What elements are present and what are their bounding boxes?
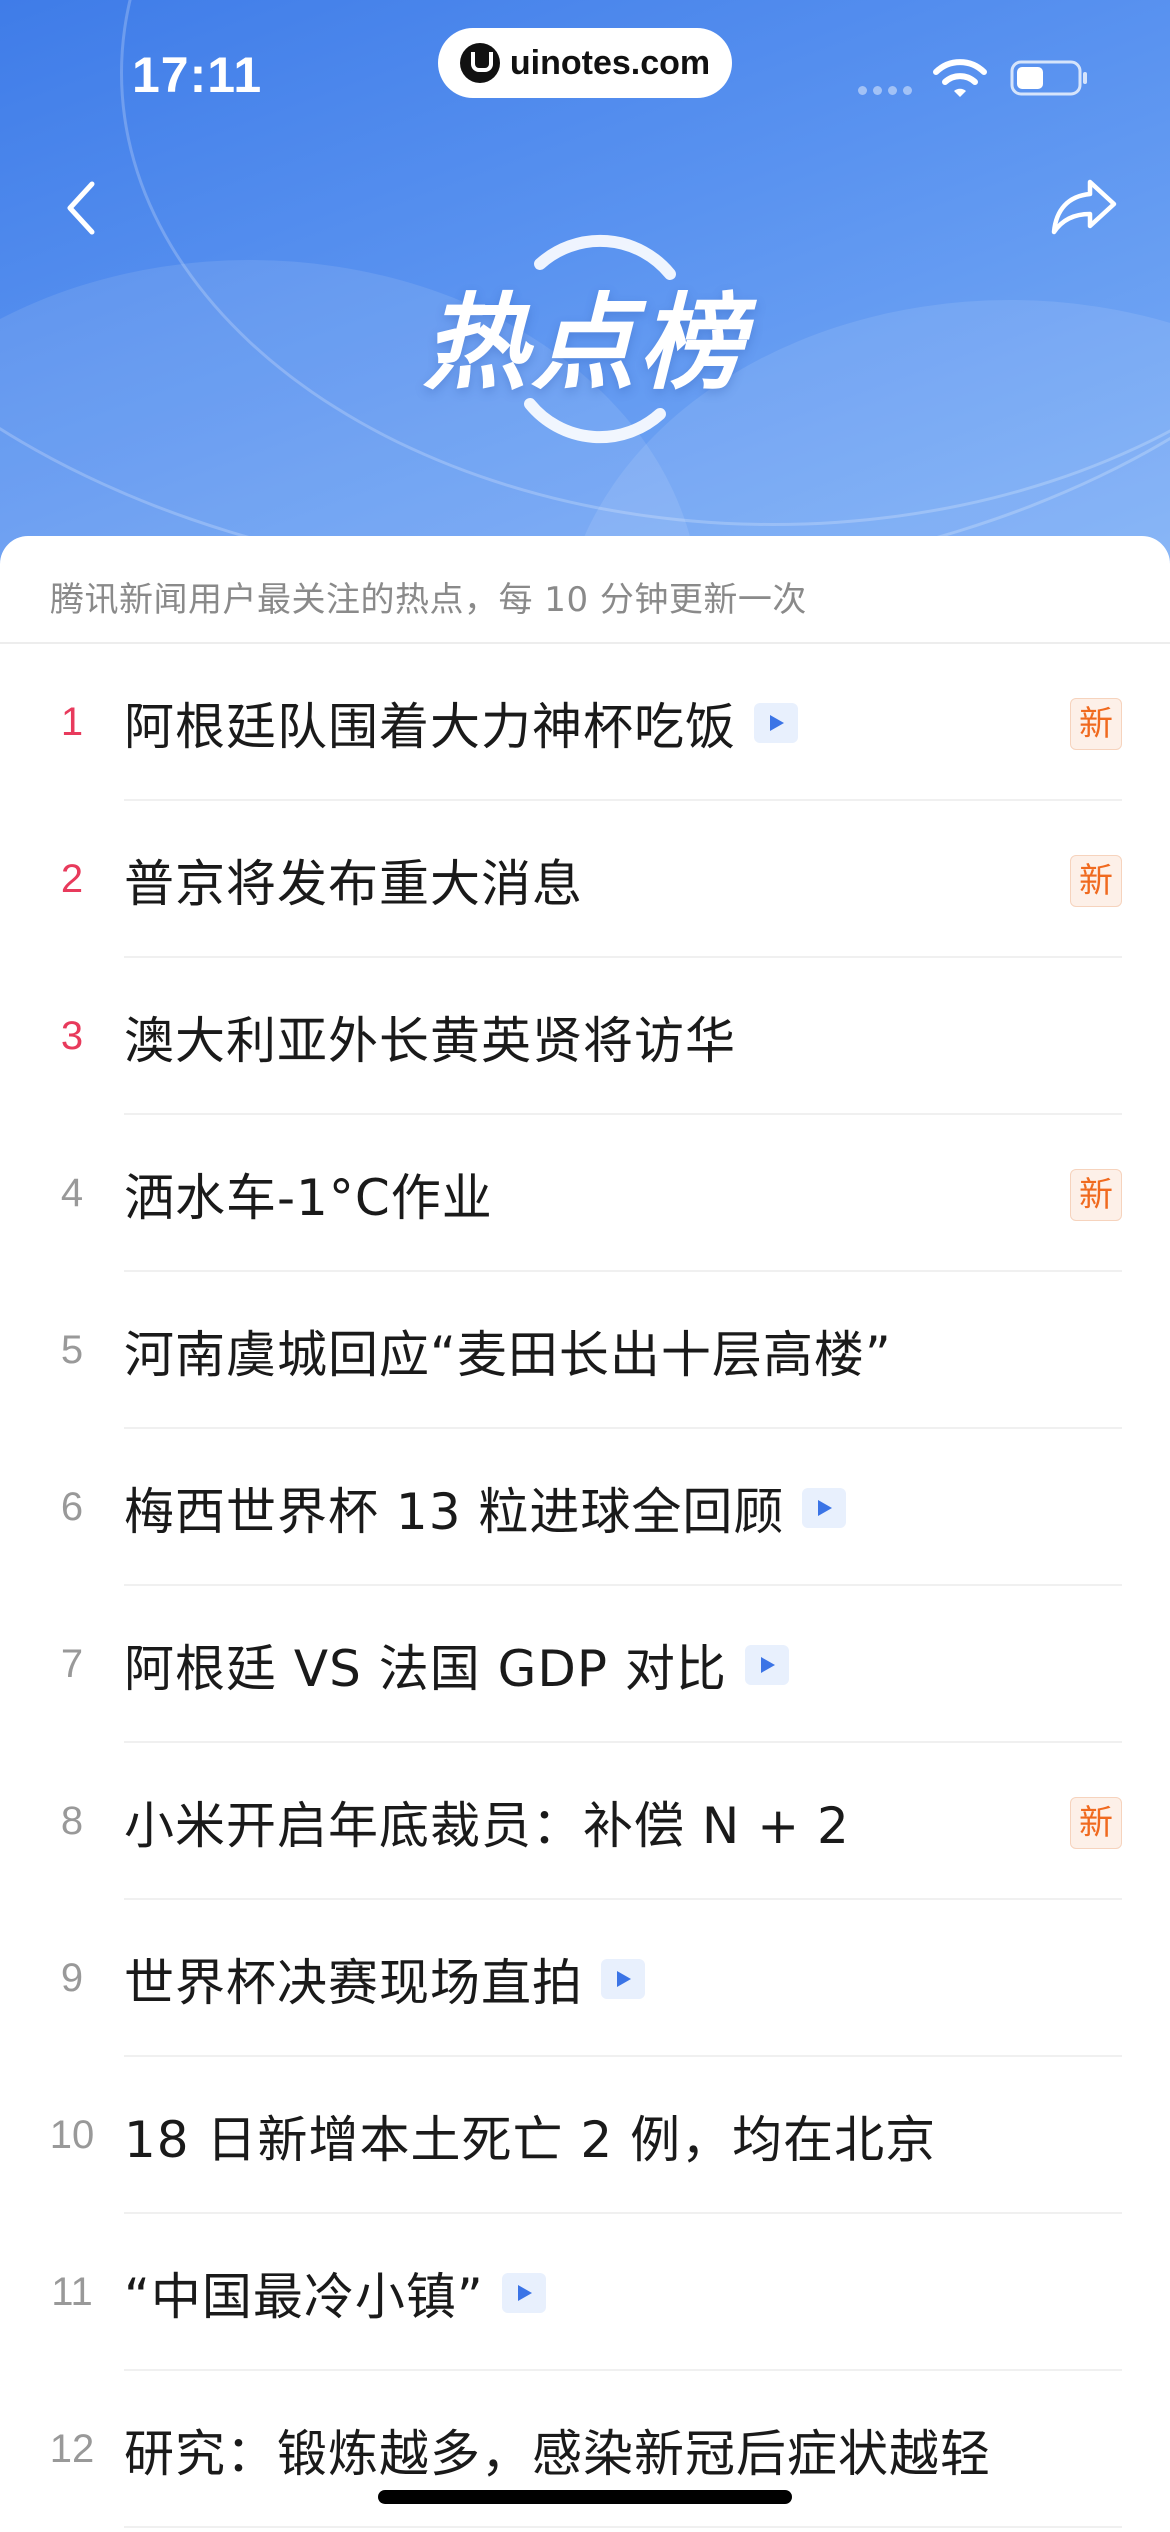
new-badge: 新 bbox=[1070, 698, 1122, 750]
list-item-10[interactable]: 10 18 日新增本土死亡 2 例，均在北京 bbox=[0, 2057, 1170, 2214]
cellular-signal-icon bbox=[858, 86, 912, 95]
list-item-8[interactable]: 8 小米开启年底裁员：补偿 N + 2 新 bbox=[0, 1743, 1170, 1900]
item-title: 世界杯决赛现场直拍 bbox=[124, 1953, 583, 2012]
rank-number: 2 bbox=[60, 857, 84, 901]
list-item-5[interactable]: 5 河南虞城回应“麦田长出十层高楼” bbox=[0, 1272, 1170, 1429]
item-title-group: 洒水车-1°C作业 bbox=[124, 1115, 493, 1272]
item-title-group: 世界杯决赛现场直拍 bbox=[124, 1900, 645, 2057]
hot-list-screen: 17:11 uinotes.com 热点榜 腾讯新闻用户最关注的热点，每 10 … bbox=[0, 0, 1170, 2532]
video-play-icon bbox=[802, 1487, 847, 1528]
video-play-icon bbox=[601, 1958, 645, 1999]
item-title-group: 普京将发布重大消息 bbox=[124, 801, 583, 958]
rank-number: 4 bbox=[60, 1171, 84, 1215]
page-title: 热点榜 bbox=[422, 282, 747, 404]
item-title-group: 研究：锻炼越多，感染新冠后症状越轻 bbox=[124, 2371, 991, 2528]
item-title: 研究：锻炼越多，感染新冠后症状越轻 bbox=[124, 2424, 991, 2483]
item-title-group: 小米开启年底裁员：补偿 N + 2 bbox=[124, 1743, 850, 1900]
list-description: 腾讯新闻用户最关注的热点，每 10 分钟更新一次 bbox=[50, 580, 807, 620]
rank-number: 12 bbox=[49, 2427, 95, 2471]
rank-number: 7 bbox=[60, 1642, 84, 1686]
rank-number: 5 bbox=[60, 1328, 84, 1372]
item-title-group: 澳大利亚外长黄英贤将访华 bbox=[124, 958, 736, 1115]
item-title: 普京将发布重大消息 bbox=[124, 854, 583, 913]
item-title-group: “中国最冷小镇” bbox=[124, 2214, 546, 2371]
list-item-7[interactable]: 7 阿根廷 VS 法国 GDP 对比 bbox=[0, 1586, 1170, 1743]
item-title: 阿根廷 VS 法国 GDP 对比 bbox=[124, 1639, 727, 1698]
rank-number: 11 bbox=[51, 2270, 93, 2314]
item-title: 澳大利亚外长黄英贤将访华 bbox=[124, 1011, 736, 1070]
item-title: 小米开启年底裁员：补偿 N + 2 bbox=[124, 1796, 850, 1855]
item-title-group: 梅西世界杯 13 粒进球全回顾 bbox=[124, 1429, 847, 1586]
new-badge: 新 bbox=[1070, 855, 1122, 907]
item-title-group: 阿根廷 VS 法国 GDP 对比 bbox=[124, 1586, 789, 1743]
video-play-icon bbox=[754, 702, 798, 743]
share-icon[interactable] bbox=[1050, 176, 1120, 236]
item-title: 阿根廷队围着大力神杯吃饭 bbox=[124, 697, 736, 756]
hot-list-card: 腾讯新闻用户最关注的热点，每 10 分钟更新一次 1 阿根廷队围着大力神杯吃饭 … bbox=[0, 536, 1170, 2532]
new-badge: 新 bbox=[1070, 1169, 1122, 1221]
item-title: 梅西世界杯 13 粒进球全回顾 bbox=[124, 1482, 785, 1541]
video-play-icon bbox=[501, 2272, 546, 2313]
header-banner: 17:11 uinotes.com 热点榜 bbox=[0, 0, 1170, 600]
list-item-11[interactable]: 11 “中国最冷小镇” bbox=[0, 2214, 1170, 2371]
list-item-4[interactable]: 4 洒水车-1°C作业 新 bbox=[0, 1115, 1170, 1272]
rank-number: 9 bbox=[60, 1956, 84, 2000]
wifi-icon bbox=[933, 59, 987, 97]
item-title: 18 日新增本土死亡 2 例，均在北京 bbox=[124, 2110, 937, 2169]
item-title: “中国最冷小镇” bbox=[124, 2267, 484, 2326]
home-indicator[interactable] bbox=[378, 2490, 792, 2504]
video-play-icon bbox=[744, 1644, 789, 1685]
row-divider bbox=[124, 2526, 1122, 2528]
item-title-group: 河南虞城回应“麦田长出十层高楼” bbox=[124, 1272, 892, 1429]
new-badge: 新 bbox=[1070, 1797, 1122, 1849]
rank-number: 6 bbox=[60, 1485, 84, 1529]
rank-number: 1 bbox=[60, 700, 84, 744]
watermark-badge: uinotes.com bbox=[438, 28, 732, 98]
watermark-text: uinotes.com bbox=[509, 43, 711, 82]
rank-number: 3 bbox=[60, 1014, 84, 1058]
rank-number: 8 bbox=[60, 1799, 84, 1843]
list-item-6[interactable]: 6 梅西世界杯 13 粒进球全回顾 bbox=[0, 1429, 1170, 1586]
hot-list: 1 阿根廷队围着大力神杯吃饭 新 2 普京将发布重大消息 新 3 澳大利亚外长黄… bbox=[0, 644, 1170, 2528]
list-item-3[interactable]: 3 澳大利亚外长黄英贤将访华 bbox=[0, 958, 1170, 1115]
list-item-9[interactable]: 9 世界杯决赛现场直拍 bbox=[0, 1900, 1170, 2057]
watermark-logo-icon bbox=[459, 43, 500, 83]
list-item-12[interactable]: 12 研究：锻炼越多，感染新冠后症状越轻 bbox=[0, 2371, 1170, 2528]
item-title: 洒水车-1°C作业 bbox=[124, 1168, 493, 1227]
rank-number: 10 bbox=[49, 2113, 95, 2157]
status-time: 17:11 bbox=[132, 47, 263, 103]
item-title-group: 18 日新增本土死亡 2 例，均在北京 bbox=[124, 2057, 936, 2214]
battery-icon bbox=[1010, 60, 1087, 96]
item-title-group: 阿根廷队围着大力神杯吃饭 bbox=[124, 644, 798, 801]
item-title: 河南虞城回应“麦田长出十层高楼” bbox=[124, 1325, 892, 1384]
list-item-1[interactable]: 1 阿根廷队围着大力神杯吃饭 新 bbox=[0, 644, 1170, 801]
back-arrow-icon[interactable] bbox=[60, 176, 104, 240]
list-item-2[interactable]: 2 普京将发布重大消息 新 bbox=[0, 801, 1170, 958]
